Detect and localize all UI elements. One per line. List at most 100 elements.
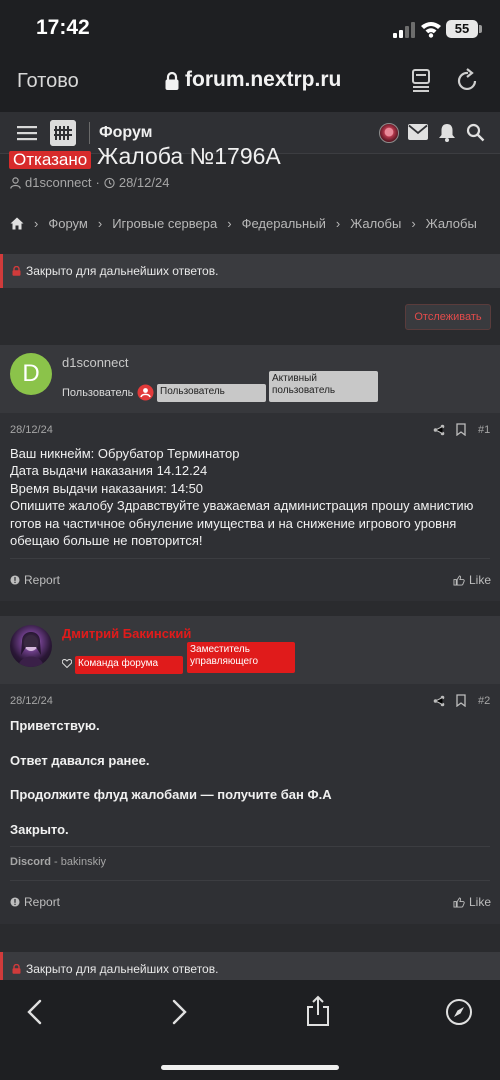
bookmark-icon[interactable] [456, 423, 466, 436]
breadcrumb-chevron-icon: › [227, 216, 232, 231]
thread-meta: d1sconnect · 28/12/24 [10, 175, 169, 190]
thread-status-badge: Отказано [9, 151, 92, 169]
home-indicator [161, 1065, 339, 1070]
reader-mode-icon[interactable] [410, 68, 434, 94]
forum-nav-title[interactable]: Форум [99, 124, 153, 142]
post-line: Ваш никнейм: Обрубатор Терминатор [10, 446, 240, 461]
user-icon [10, 176, 21, 189]
like-label: Like [469, 895, 492, 909]
post-divider [10, 880, 490, 881]
breadcrumb-chevron-icon: › [97, 216, 103, 231]
avatar[interactable] [10, 625, 52, 667]
lock-icon [12, 964, 21, 974]
post-date[interactable]: 28/12/24 [10, 695, 53, 707]
battery-icon: 55 [446, 20, 478, 38]
closed-notice: Закрыто для дальнейших ответов. [0, 254, 500, 288]
mail-icon[interactable] [408, 124, 428, 140]
breadcrumb-item[interactable]: Форум [48, 216, 88, 231]
closed-notice-content: Закрыто для дальнейших ответов. [12, 962, 218, 976]
search-icon[interactable] [466, 123, 485, 142]
like-button[interactable]: Like [453, 573, 491, 587]
meta-separator: · [95, 175, 100, 190]
post-line: Опишите жалобу Здравствуйте уважаемая ад… [10, 498, 474, 514]
post-number[interactable]: #2 [478, 695, 490, 707]
report-button[interactable]: Report [10, 573, 60, 587]
report-button[interactable]: Report [10, 895, 60, 909]
post-paragraph: Закрыто. [10, 822, 69, 837]
cellular-signal-icon [393, 22, 415, 38]
share-icon[interactable] [433, 695, 445, 707]
post-line: Время выдачи наказания: 14:50 [10, 480, 204, 496]
breadcrumb-item[interactable]: Жалобы [426, 216, 477, 231]
thumbs-up-icon [453, 896, 465, 908]
thread-author[interactable]: d1sconnect [25, 175, 92, 190]
thread-title: Жалоба №1796А [97, 146, 281, 168]
done-button[interactable]: Готово [17, 70, 79, 93]
post-username[interactable]: d1sconnect [62, 355, 129, 370]
signature-divider [10, 846, 490, 847]
like-button[interactable]: Like [453, 895, 491, 909]
closed-notice-content: Закрыто для дальнейших ответов. [12, 264, 218, 278]
breadcrumb-item[interactable]: Федеральный [242, 216, 326, 231]
signature: Discord - bakinskiy [10, 856, 106, 868]
breadcrumb-chevron-icon: › [411, 216, 416, 231]
post-line: обещаю больше не повторится! [10, 533, 203, 549]
share-icon[interactable] [433, 424, 445, 436]
user-badge: Пользователь [157, 384, 266, 402]
wifi-icon [421, 22, 441, 38]
breadcrumb: › Форум › Игровые сервера › Федеральный … [10, 216, 477, 231]
post-divider [10, 558, 490, 559]
avatar-photo [18, 632, 44, 667]
thread-date[interactable]: 28/12/24 [119, 175, 170, 190]
breadcrumb-chevron-icon: › [34, 216, 39, 231]
nav-divider [89, 122, 90, 144]
signature-value: bakinskiy [60, 856, 107, 868]
clock-icon [104, 177, 115, 188]
signature-separator: - [54, 856, 61, 868]
staff-badge: Заместитель управляющего [187, 642, 295, 673]
lock-icon [12, 266, 21, 276]
post-date[interactable]: 28/12/24 [10, 424, 53, 436]
breadcrumb-item[interactable]: Игровые сервера [112, 216, 217, 231]
user-title: Пользователь [62, 387, 134, 399]
report-icon [10, 897, 20, 907]
closed-notice-text: Закрыто для дальнейших ответов. [26, 264, 219, 278]
home-icon[interactable] [10, 217, 24, 230]
post-number[interactable]: #1 [478, 424, 490, 436]
user-badge: Активный пользователь [269, 371, 378, 402]
hamburger-menu-icon[interactable] [17, 124, 37, 142]
battery-tip [479, 25, 482, 33]
forward-icon[interactable] [170, 999, 188, 1025]
breadcrumb-item[interactable]: Жалобы [350, 216, 401, 231]
forum-logo-icon[interactable] [50, 120, 76, 146]
post-line: готов на частичное обнуление имущества и… [10, 515, 457, 531]
user-avatar[interactable] [379, 123, 399, 143]
lock-icon [165, 71, 179, 90]
watch-button[interactable]: Отслеживать [405, 304, 491, 330]
like-label: Like [469, 573, 492, 587]
reload-icon[interactable] [456, 68, 480, 94]
signature-label: Discord [10, 856, 51, 868]
post-paragraph: Ответ давался ранее. [10, 753, 150, 768]
back-icon[interactable] [26, 999, 44, 1025]
share-sheet-icon[interactable] [305, 995, 331, 1027]
bookmark-icon[interactable] [456, 694, 466, 707]
report-label: Report [24, 895, 61, 909]
post-paragraph: Продолжите флуд жалобами — получите бан … [10, 787, 332, 802]
post-paragraph: Приветствую. [10, 718, 100, 733]
closed-notice-text: Закрыто для дальнейших ответов. [26, 962, 219, 976]
report-label: Report [24, 573, 61, 587]
avatar[interactable]: D [10, 353, 52, 395]
post-line: Дата выдачи наказания 14.12.24 [10, 463, 208, 479]
bell-icon[interactable] [438, 123, 456, 142]
heart-icon [62, 659, 72, 668]
compass-icon[interactable] [445, 998, 473, 1026]
thumbs-up-icon [453, 574, 465, 586]
url-text[interactable]: forum.nextrp.ru [185, 68, 341, 92]
breadcrumb-chevron-icon: › [335, 216, 341, 231]
user-role-icon [137, 384, 154, 401]
status-time: 17:42 [36, 16, 90, 39]
post-content: Ваш никнейм: Обрубатор Терминатор Дата в… [10, 445, 495, 549]
report-icon [10, 575, 20, 585]
post-username[interactable]: Дмитрий Бакинский [62, 626, 191, 641]
